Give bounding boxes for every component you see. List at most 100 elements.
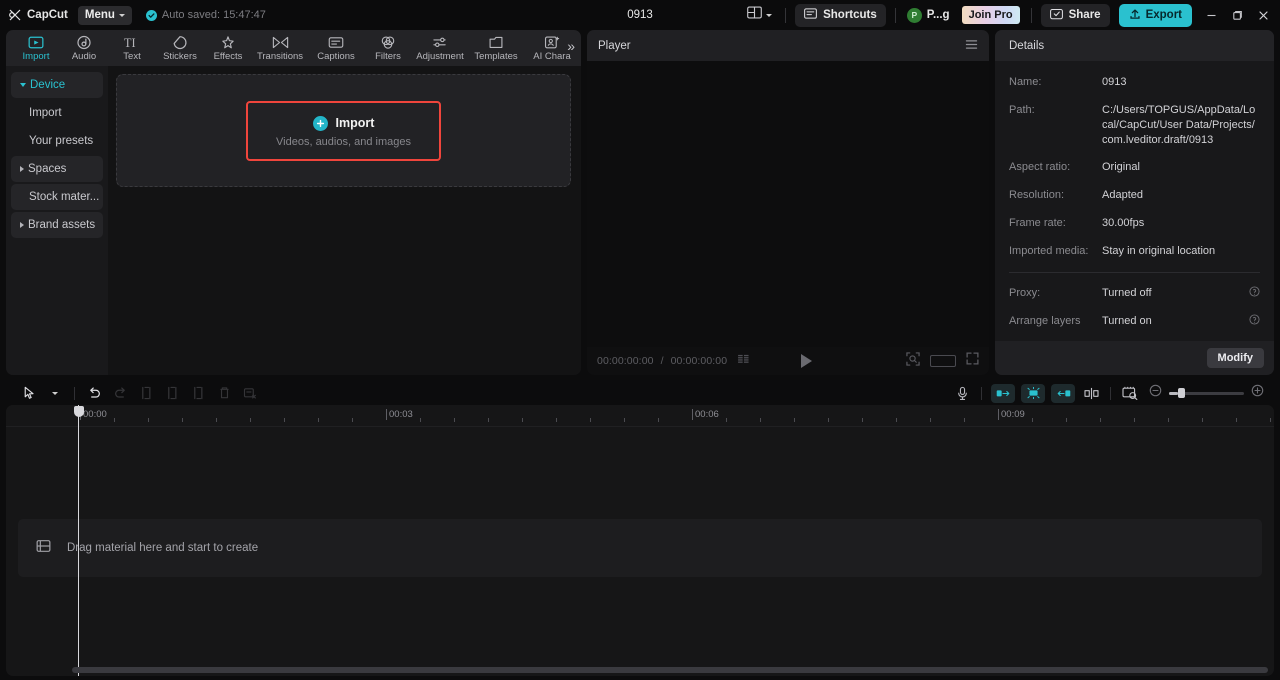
fullscreen-icon[interactable] <box>966 352 979 370</box>
detail-row-frame-rate: Frame rate: 30.00fps <box>1009 216 1260 231</box>
snap-left-toggle[interactable] <box>991 383 1015 403</box>
tab-transitions[interactable]: Transitions <box>252 30 308 66</box>
autosave-text: Auto saved: 15:47:47 <box>161 9 266 21</box>
share-icon <box>1049 8 1063 23</box>
crop-clip-button[interactable] <box>237 382 263 404</box>
delete-button[interactable] <box>211 382 237 404</box>
tab-stickers[interactable]: Stickers <box>156 30 204 66</box>
shortcuts-button[interactable]: Shortcuts <box>795 3 886 27</box>
modify-button[interactable]: Modify <box>1206 348 1264 369</box>
tab-effects[interactable]: Effects <box>204 30 252 66</box>
trim-right-button[interactable] <box>185 382 211 404</box>
quality-bars-icon[interactable] <box>738 352 751 370</box>
zoom-slider-track[interactable] <box>1169 388 1244 398</box>
maximize-button[interactable] <box>1224 2 1250 28</box>
tab-text[interactable]: TI Text <box>108 30 156 66</box>
sidebar-item-stock-materials[interactable]: Stock mater... <box>11 184 103 210</box>
timeline-horizontal-scrollbar[interactable] <box>72 667 1268 673</box>
sidebar-item-brand-assets[interactable]: Brand assets <box>11 212 103 238</box>
tab-adjustment[interactable]: Adjustment <box>412 30 468 66</box>
main-area: Import Audio TI Text Stickers Effects Tr… <box>0 30 1280 375</box>
undo-button[interactable] <box>81 382 107 404</box>
timeline-ruler[interactable]: 00:00 00:03 00:06 00:09 <box>6 405 1274 427</box>
tab-audio[interactable]: Audio <box>60 30 108 66</box>
player-panel: Player 00:00:00:00 / 00:00:00:00 <box>587 30 989 375</box>
timeline-drop-hint[interactable]: Drag material here and start to create <box>18 519 1262 577</box>
preview-render-button[interactable] <box>1117 382 1143 404</box>
detail-label: Name: <box>1009 76 1042 88</box>
trim-left-button[interactable] <box>159 382 185 404</box>
timeline-drop-hint-text: Drag material here and start to create <box>67 542 259 554</box>
export-label: Export <box>1145 9 1182 21</box>
detail-label: Resolution: <box>1009 189 1065 202</box>
cursor-arrow-icon[interactable] <box>16 382 42 404</box>
hamburger-menu-icon[interactable] <box>965 37 978 55</box>
snap-right-toggle[interactable] <box>1051 383 1075 403</box>
tab-label: Stickers <box>163 50 197 62</box>
ruler-minor-tick <box>556 418 557 422</box>
detail-value: Original <box>1102 161 1140 174</box>
tool-dropdown-button[interactable] <box>42 382 68 404</box>
upload-icon <box>1129 8 1141 23</box>
tab-captions[interactable]: Captions <box>308 30 364 66</box>
detail-label: Path: <box>1009 103 1035 116</box>
mirror-button[interactable] <box>1078 382 1104 404</box>
timeline-section: 00:00 00:03 00:06 00:09 Drag material here … <box>6 381 1274 676</box>
zoom-out-icon[interactable] <box>1149 384 1162 402</box>
time-separator: / <box>660 355 664 367</box>
user-account-button[interactable]: P P...g Join Pro <box>905 6 1022 24</box>
tab-templates[interactable]: Templates <box>468 30 524 66</box>
playhead-handle[interactable] <box>73 406 84 417</box>
more-tabs-button[interactable]: » <box>567 39 575 53</box>
tab-label: Transitions <box>256 50 304 62</box>
ruler-minor-tick <box>352 418 353 422</box>
import-label: Import <box>335 116 375 130</box>
menu-button[interactable]: Menu <box>77 5 132 25</box>
split-button[interactable] <box>133 382 159 404</box>
microphone-button[interactable] <box>949 382 975 404</box>
minimize-button[interactable] <box>1198 2 1224 28</box>
timeline-tracks[interactable]: Drag material here and start to create <box>6 427 1274 676</box>
aspect-ratio-icon[interactable] <box>929 355 956 367</box>
divider <box>894 7 896 23</box>
zoom-slider-handle[interactable] <box>1178 388 1185 398</box>
ruler-label: 00:06 <box>695 409 719 420</box>
import-button[interactable]: Import Videos, audios, and images <box>246 100 441 161</box>
sidebar-item-device[interactable]: Device <box>11 72 103 98</box>
help-circle-icon[interactable] <box>1249 286 1260 300</box>
layout-switch-button[interactable] <box>743 4 776 26</box>
app-name: CapCut <box>27 9 68 21</box>
auto-snap-toggle[interactable] <box>1021 383 1045 403</box>
sidebar-item-your-presets[interactable]: Your presets <box>11 128 103 154</box>
sidebar-item-import[interactable]: Import <box>11 100 103 126</box>
share-button[interactable]: Share <box>1040 3 1110 27</box>
divider <box>1110 386 1111 400</box>
media-dropzone[interactable]: Import Videos, audios, and images <box>116 74 571 187</box>
ruler-minor-tick <box>590 418 591 422</box>
details-header: Details <box>995 30 1274 61</box>
close-button[interactable] <box>1250 2 1276 28</box>
play-button[interactable] <box>801 354 813 368</box>
zoom-in-icon[interactable] <box>1251 384 1264 402</box>
tab-filters[interactable]: Filters <box>364 30 412 66</box>
join-pro-badge[interactable]: Join Pro <box>961 6 1020 24</box>
svg-text:TI: TI <box>124 36 136 50</box>
export-button[interactable]: Export <box>1118 3 1192 27</box>
help-circle-icon[interactable] <box>1249 314 1260 328</box>
timeline-toolbar <box>6 381 1274 405</box>
timeline-playhead[interactable] <box>73 405 84 676</box>
detail-label: Aspect ratio: <box>1009 161 1071 174</box>
ruler-minor-tick <box>522 418 523 422</box>
timeline-zoom-slider[interactable] <box>1149 384 1264 402</box>
player-stage[interactable] <box>587 61 989 347</box>
sidebar-item-spaces[interactable]: Spaces <box>11 156 103 182</box>
divider <box>74 386 75 400</box>
ruler-minor-tick <box>1066 418 1067 422</box>
redo-button[interactable] <box>107 382 133 404</box>
crop-zoom-icon[interactable] <box>906 351 920 371</box>
tab-label: Import <box>22 50 50 62</box>
tab-import[interactable]: Import <box>12 30 60 66</box>
triangle-down-icon <box>20 83 26 87</box>
ruler-label: 00:03 <box>389 409 413 420</box>
ruler-minor-tick <box>828 418 829 422</box>
